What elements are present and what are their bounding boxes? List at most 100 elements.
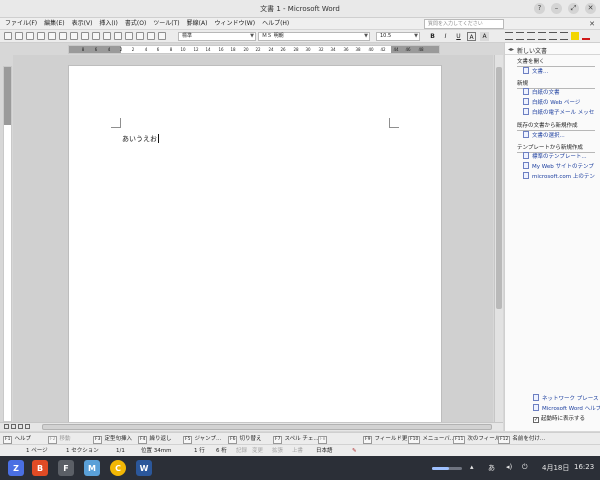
- save-icon[interactable]: [26, 32, 34, 40]
- minimize-button[interactable]: –: [551, 3, 562, 14]
- hyperlink-icon[interactable]: [125, 32, 133, 40]
- columns-icon[interactable]: [147, 32, 155, 40]
- clock-date[interactable]: 4月18日: [542, 463, 569, 473]
- link-blank-email[interactable]: 白紙の電子メール メッセ: [532, 108, 594, 116]
- bold-button[interactable]: B: [428, 32, 437, 41]
- status-trk[interactable]: 変更: [252, 447, 263, 455]
- menu-window[interactable]: ウィンドウ(W): [214, 18, 255, 30]
- outline-view-icon[interactable]: [25, 424, 30, 429]
- fkey-f3[interactable]: F3 定型句挿入: [93, 435, 132, 444]
- fkey-f10[interactable]: F10 メニューバ...: [408, 435, 455, 444]
- menu-help[interactable]: ヘルプ(H): [262, 18, 289, 30]
- fkey-f2[interactable]: F2 移動: [48, 435, 70, 444]
- word-icon[interactable]: W: [136, 460, 152, 476]
- document-page[interactable]: あいうえお: [68, 65, 442, 423]
- redo-icon[interactable]: [114, 32, 122, 40]
- horizontal-scrollbar[interactable]: [0, 422, 503, 431]
- char-shading-button[interactable]: A: [480, 32, 489, 41]
- web-layout-icon[interactable]: [11, 424, 16, 429]
- document-text[interactable]: あいうえお: [122, 134, 159, 144]
- link-web-site-templates[interactable]: My Web サイトのテンプ: [532, 162, 594, 170]
- font-color-icon[interactable]: [582, 32, 590, 40]
- scroll-thumb[interactable]: [496, 67, 502, 309]
- menu-table[interactable]: 罫線(A): [187, 18, 208, 30]
- fkey-f7[interactable]: F7 スペル チェ...: [273, 435, 319, 444]
- ime-indicator[interactable]: あ: [488, 463, 495, 473]
- indent-icon[interactable]: [560, 32, 568, 40]
- new-document-icon[interactable]: [4, 32, 12, 40]
- font-select[interactable]: ＭＳ 明朝 ▼: [258, 32, 370, 41]
- store-icon[interactable]: M: [84, 460, 100, 476]
- document-area[interactable]: あいうえお: [13, 55, 493, 423]
- speaker-icon[interactable]: ◂): [506, 463, 512, 471]
- power-icon[interactable]: ⏻: [522, 463, 528, 472]
- launcher-icon[interactable]: Z: [8, 460, 24, 476]
- status-ext[interactable]: 拡張: [272, 447, 283, 455]
- table-icon[interactable]: [136, 32, 144, 40]
- underline-button[interactable]: U: [454, 32, 463, 41]
- fkey-f12[interactable]: F12 名前を付け...: [498, 435, 545, 444]
- print-preview-icon[interactable]: [48, 32, 56, 40]
- document-close-button[interactable]: ✕: [589, 19, 595, 29]
- status-ovr[interactable]: 上書: [292, 447, 303, 455]
- menu-format[interactable]: 書式(O): [125, 18, 146, 30]
- drawing-icon[interactable]: [158, 32, 166, 40]
- open-icon[interactable]: [15, 32, 23, 40]
- style-select[interactable]: 標準 ▼: [178, 32, 256, 41]
- link-word-help[interactable]: Microsoft Word ヘルプ: [542, 404, 600, 412]
- clock-time[interactable]: 16:23: [574, 463, 594, 471]
- link-microsoft-templates[interactable]: microsoft.com 上のテン: [532, 172, 595, 180]
- spelling-status-icon[interactable]: ✎: [352, 447, 357, 455]
- undo-icon[interactable]: [103, 32, 111, 40]
- maximize-button[interactable]: ⤢: [568, 3, 579, 14]
- normal-view-icon[interactable]: [4, 424, 9, 429]
- file-manager-icon[interactable]: F: [58, 460, 74, 476]
- brave-browser-icon[interactable]: B: [32, 460, 48, 476]
- menu-edit[interactable]: 編集(E): [44, 18, 64, 30]
- link-open-document[interactable]: 文書...: [532, 67, 548, 75]
- link-blank-web-page[interactable]: 白紙の Web ページ: [532, 98, 580, 106]
- task-pane-nav-icon[interactable]: ◂▸: [508, 46, 514, 53]
- link-choose-document[interactable]: 文書の選択...: [532, 131, 565, 139]
- volume-slider[interactable]: [432, 467, 462, 470]
- vertical-ruler[interactable]: [3, 66, 12, 422]
- ask-question-input[interactable]: 質問を入力してください: [424, 19, 504, 29]
- link-general-templates[interactable]: 標準のテンプレート...: [532, 152, 587, 160]
- startup-checkbox[interactable]: ✓ 起動時に表示する: [533, 414, 585, 423]
- menu-tools[interactable]: ツール(T): [153, 18, 179, 30]
- bullets-icon[interactable]: [549, 32, 557, 40]
- font-size-select[interactable]: 10.5 ▼: [376, 32, 420, 41]
- menu-view[interactable]: 表示(V): [72, 18, 93, 30]
- fkey-f9[interactable]: F9 フィールド更: [363, 435, 407, 444]
- menu-file[interactable]: ファイル(F): [5, 18, 37, 30]
- print-icon[interactable]: [37, 32, 45, 40]
- spelling-icon[interactable]: [59, 32, 67, 40]
- horizontal-ruler[interactable]: 8 6 4 2 2 4 6 8 10 12 14 16 18 20 22 24 26 28 30 32 34 36 38 40…: [68, 45, 440, 54]
- link-blank-document[interactable]: 白紙の文書: [532, 88, 560, 96]
- cut-icon[interactable]: [70, 32, 78, 40]
- highlight-icon[interactable]: [571, 32, 579, 40]
- close-button[interactable]: ✕: [585, 3, 596, 14]
- fkey-f1[interactable]: F1 ヘルプ: [3, 435, 31, 444]
- fkey-f4[interactable]: F4 繰り返し: [138, 435, 171, 444]
- fkey-f8[interactable]: F8: [318, 435, 329, 444]
- menu-insert[interactable]: 挿入(I): [99, 18, 117, 30]
- align-left-icon[interactable]: [505, 32, 513, 40]
- paste-icon[interactable]: [92, 32, 100, 40]
- fkey-f11[interactable]: F11 次のフィール: [453, 435, 500, 444]
- vertical-scrollbar[interactable]: [494, 55, 503, 423]
- volume-icon[interactable]: ▴: [470, 463, 474, 471]
- link-network-places[interactable]: ネットワーク プレース: [542, 394, 598, 402]
- fkey-f6[interactable]: F6 切り替え: [228, 435, 261, 444]
- char-border-button[interactable]: A: [467, 32, 476, 41]
- copy-icon[interactable]: [81, 32, 89, 40]
- align-right-icon[interactable]: [527, 32, 535, 40]
- justify-icon[interactable]: [538, 32, 546, 40]
- fkey-f5[interactable]: F5 ジャンプ...: [183, 435, 221, 444]
- help-button[interactable]: ?: [534, 3, 545, 14]
- checkbox-icon[interactable]: ✓: [533, 417, 539, 423]
- align-center-icon[interactable]: [516, 32, 524, 40]
- italic-button[interactable]: I: [441, 32, 450, 41]
- chrome-icon[interactable]: C: [110, 460, 126, 476]
- horizontal-scroll-thumb[interactable]: [42, 424, 492, 430]
